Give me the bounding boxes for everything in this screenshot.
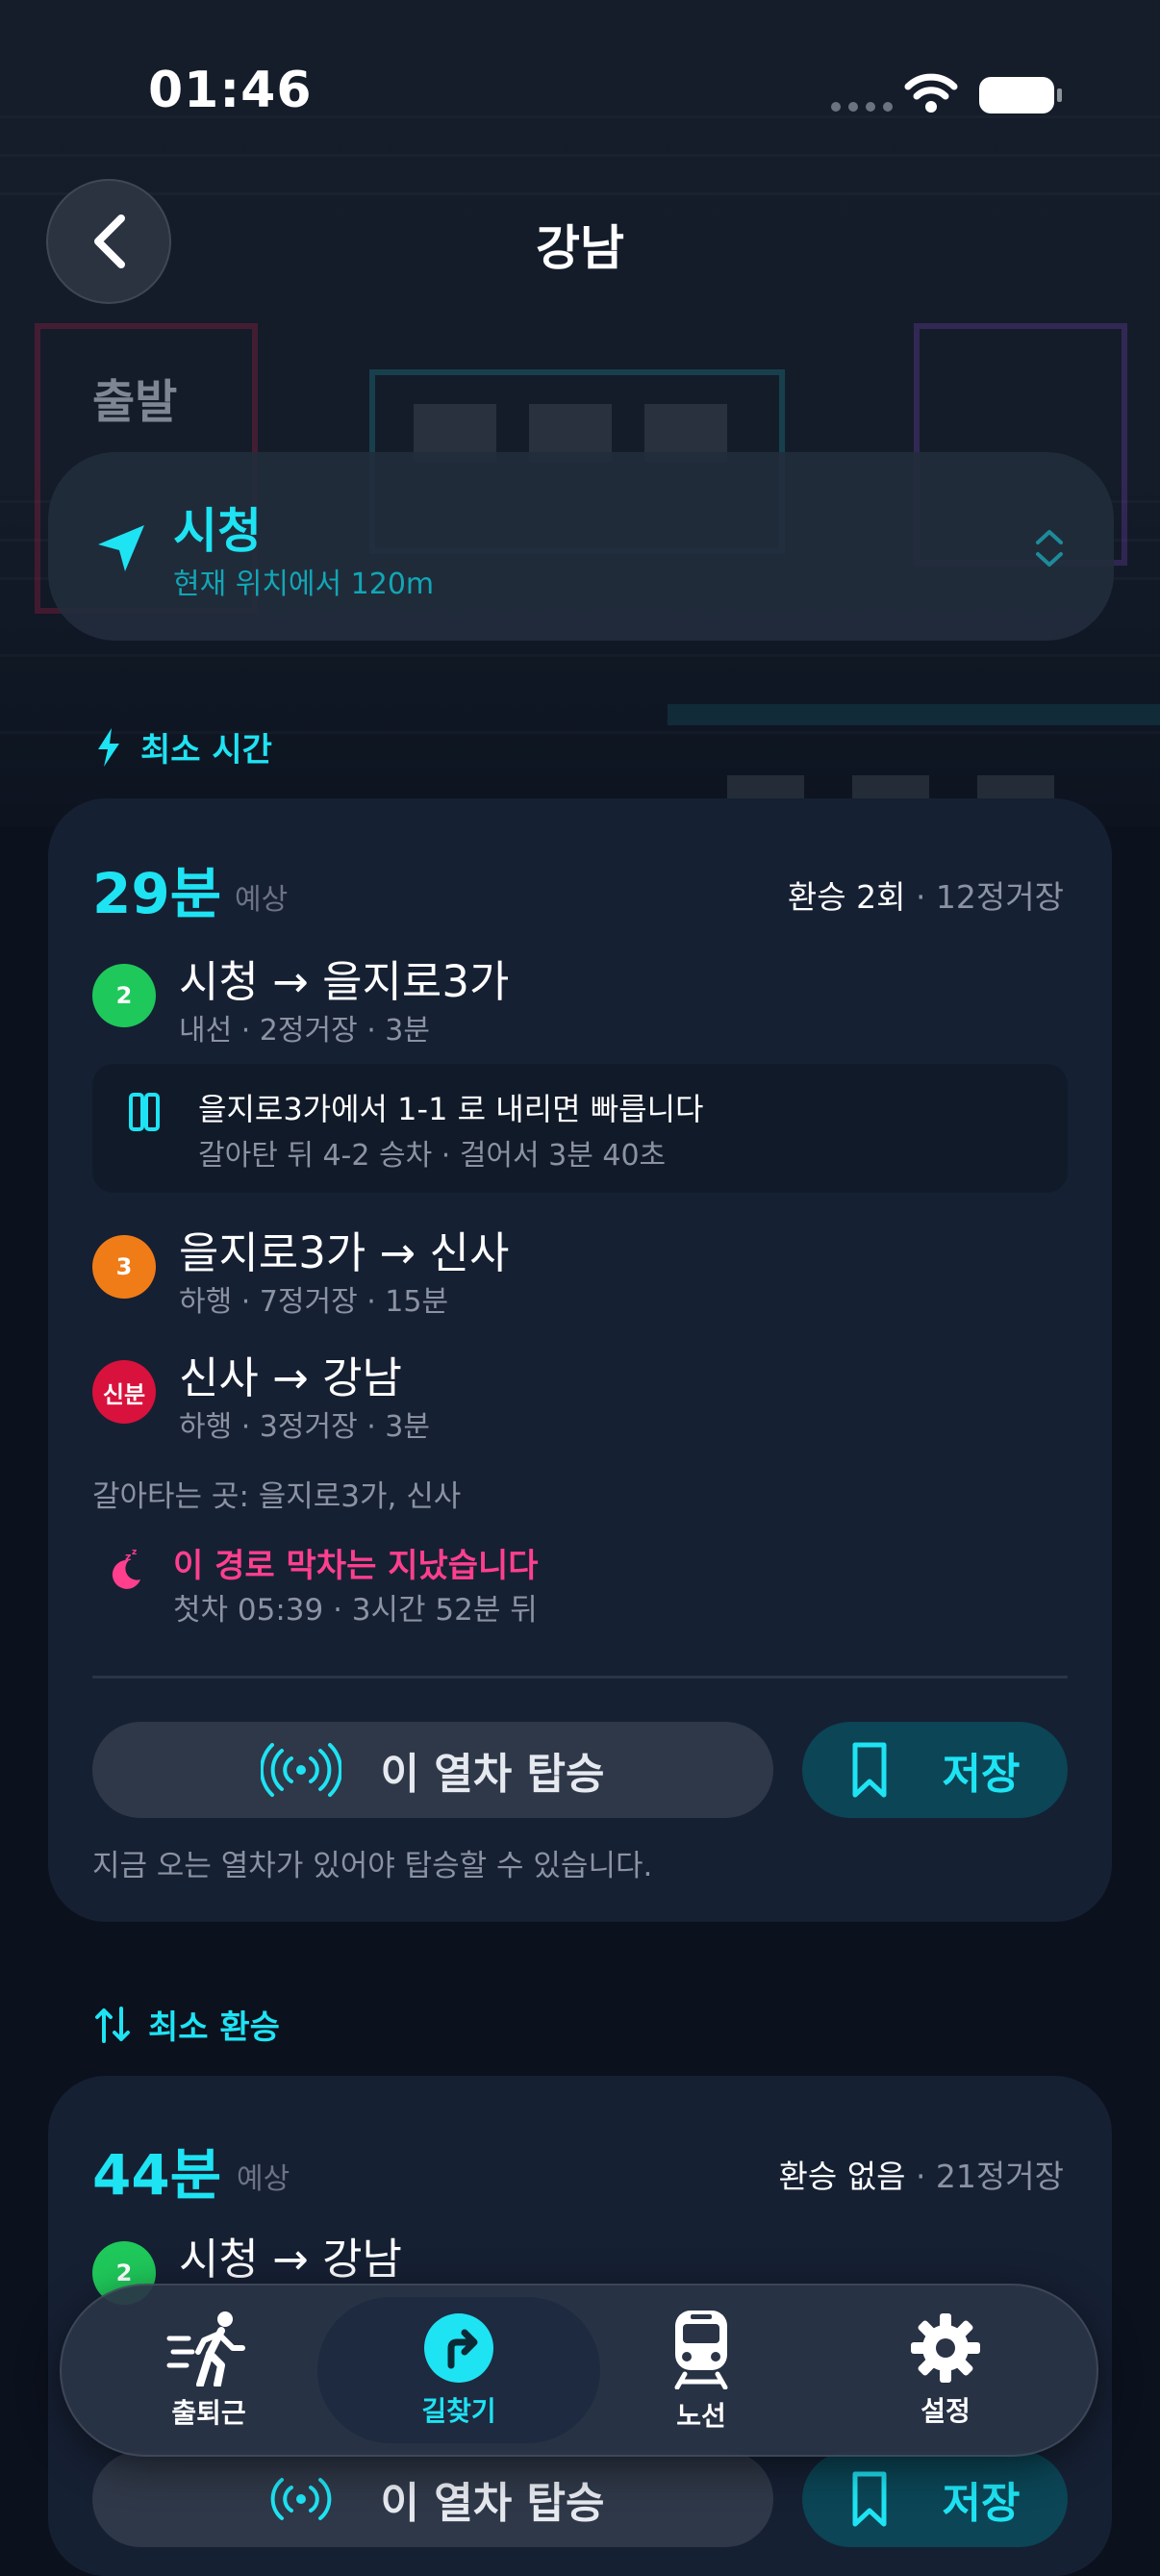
origin-selector[interactable]: 시청 현재 위치에서 120m [48,452,1114,641]
location-arrow-icon [98,525,144,571]
tab-commute[interactable]: 출퇴근 [98,2284,319,2457]
tip-title: 을지로3가에서 1-1 로 내리면 빠릅니다 [198,1091,704,1127]
stop-count: · 21정거장 [915,2158,1064,2195]
route-summary: 환승 2회 · 12정거장 [788,871,1064,918]
fewest-transfers-label: 최소 환승 [94,2001,280,2048]
save-button-label: 저장 [942,2479,1021,2528]
status-bar: 01:46 [0,0,1160,183]
board-train-button[interactable]: 이 열차 탑승 [92,1722,773,1818]
tab-lines[interactable]: 노선 [591,2284,812,2457]
broadcast-icon [271,2478,332,2520]
broadcast-icon [261,1743,342,1797]
segment-detail: 하행 · 3정거장 · 3분 [179,1410,430,1444]
tab-bar: 출퇴근 길찾기 노선 설정 [60,2284,1098,2457]
tab-directions[interactable]: 길찾기 [348,2284,569,2457]
origin-section-label: 출발 [92,375,178,429]
last-train-warning: 이 경로 막차는 지났습니다 [173,1547,539,1585]
svg-text:z: z [132,1548,137,1557]
line-badge: 2 [92,964,156,1027]
tab-label: 노선 [676,2400,726,2432]
directions-icon [424,2313,493,2383]
chevron-up-down-icon [1036,530,1063,567]
tab-label: 길찾기 [421,2395,496,2427]
fastest-route-label: 최소 시간 [94,723,272,770]
segment-title: 을지로3가 → 신사 [179,1227,510,1278]
segment-title: 시청 → 강남 [179,2234,402,2285]
train-icon [674,2311,728,2389]
save-button-label: 저장 [942,1750,1021,1799]
route-duration: 29분 [92,861,222,926]
route-segment: 신분 신사 → 강남 하행 · 3정거장 · 3분 [92,1347,1054,1452]
tab-label: 설정 [920,2395,971,2427]
status-time: 01:46 [148,62,313,119]
lightning-icon [98,727,119,767]
stop-count: · 12정거장 [915,878,1064,916]
wifi-icon [904,73,958,113]
battery-icon [979,77,1062,114]
transfer-arrows-icon [95,2006,130,2043]
route-segment: 2 시청 → 을지로3가 내선 · 2정거장 · 3분 [92,950,1054,1056]
segment-detail: 하행 · 7정거장 · 15분 [179,1285,449,1319]
route-duration: 44분 [92,2142,222,2208]
tab-settings[interactable]: 설정 [835,2284,1056,2457]
bookmark-icon [852,1742,887,1798]
board-button-label: 이 열차 탑승 [380,2479,605,2528]
route-duration-suffix: 예상 [235,883,289,917]
route-summary: 환승 없음 · 21정거장 [779,2151,1065,2197]
first-train-info: 첫차 05:39 · 3시간 52분 뒤 [173,1593,538,1628]
transfer-count: 환승 없음 [778,2158,906,2195]
segment-detail: 내선 · 2정거장 · 3분 [179,1014,430,1048]
route-card-fastest[interactable]: 29분 예상 환승 2회 · 12정거장 2 시청 → 을지로3가 내선 · 2… [48,798,1112,1922]
origin-distance: 현재 위치에서 120m [173,568,435,601]
origin-station-name: 시청 [173,503,262,559]
tip-detail: 갈아탄 뒤 4-2 승차 · 걸어서 3분 40초 [198,1139,667,1173]
board-train-button[interactable]: 이 열차 탑승 [92,2451,773,2547]
group-label-text: 최소 시간 [140,731,272,770]
line-badge: 신분 [92,1360,156,1424]
page-title: 강남 [536,220,624,276]
line-badge: 3 [92,1235,156,1299]
moon-sleep-icon: z z [112,1548,140,1589]
gear-icon [911,2313,980,2383]
transfer-stations-note: 갈아타는 곳: 을지로3가, 신사 [92,1479,462,1514]
segment-title: 시청 → 을지로3가 [179,956,510,1007]
walking-person-icon [166,2311,245,2387]
transfer-count: 환승 2회 [787,878,906,916]
train-door-icon [129,1093,160,1131]
exit-tip-box: 을지로3가에서 1-1 로 내리면 빠릅니다 갈아탄 뒤 4-2 승차 · 걸어… [92,1064,1068,1193]
svg-text:z: z [125,1551,131,1563]
group-label-text: 최소 환승 [148,2008,280,2047]
tab-label: 출퇴근 [171,2397,246,2429]
divider [92,1676,1068,1679]
bookmark-icon [852,2471,887,2527]
board-button-label: 이 열차 탑승 [380,1750,605,1799]
route-duration-suffix: 예상 [237,2162,290,2196]
save-route-button[interactable]: 저장 [802,1722,1068,1818]
save-route-button[interactable]: 저장 [802,2451,1068,2547]
segment-title: 신사 → 강남 [179,1352,402,1403]
board-note: 지금 오는 열차가 있어야 탑승할 수 있습니다. [92,1849,653,1883]
route-segment: 3 을지로3가 → 신사 하행 · 7정거장 · 15분 [92,1222,1054,1327]
cellular-signal-icon [831,102,893,112]
